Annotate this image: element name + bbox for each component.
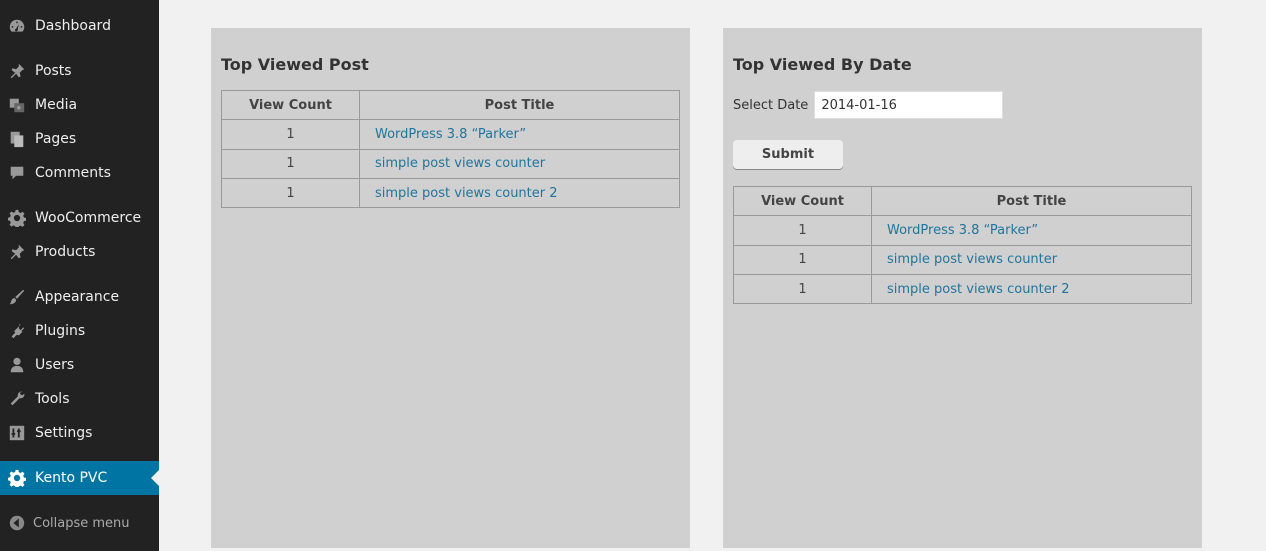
post-title-link[interactable]: simple post views counter 2 xyxy=(887,282,1070,297)
sidebar-item-tools[interactable]: Tools xyxy=(0,382,159,416)
column-header-post-title: Post Title xyxy=(871,185,1192,217)
sidebar-item-kento-pvc[interactable]: Kento PVC xyxy=(0,461,159,495)
table-row: 1 simple post views counter 2 xyxy=(733,273,1192,305)
collapse-menu-button[interactable]: Collapse menu xyxy=(0,506,159,540)
brush-icon xyxy=(7,287,27,307)
sidebar-item-label: Tools xyxy=(35,391,70,407)
date-picker-row: Select Date xyxy=(733,91,1004,119)
sidebar-item-label: Settings xyxy=(35,425,93,441)
sidebar-item-media[interactable]: Media xyxy=(0,88,159,122)
pin-icon xyxy=(7,61,27,81)
post-title-link[interactable]: WordPress 3.8 “Parker” xyxy=(887,223,1038,238)
settings-icon xyxy=(7,423,27,443)
sidebar-item-plugins[interactable]: Plugins xyxy=(0,314,159,348)
view-count-cell: 1 xyxy=(221,177,360,209)
dashboard-icon xyxy=(7,16,27,36)
column-header-view-count: View Count xyxy=(733,185,872,217)
sidebar-item-label: Comments xyxy=(35,165,111,181)
pin-icon xyxy=(7,242,27,262)
column-header-view-count: View Count xyxy=(221,89,360,121)
sidebar-item-label: Kento PVC xyxy=(35,470,108,486)
gear-icon xyxy=(7,468,27,488)
sidebar-item-dashboard[interactable]: Dashboard xyxy=(0,9,159,43)
view-count-cell: 1 xyxy=(733,215,872,246)
sidebar-item-users[interactable]: Users xyxy=(0,348,159,382)
sidebar-item-appearance[interactable]: Appearance xyxy=(0,280,159,314)
table-row: 1 WordPress 3.8 “Parker” xyxy=(733,215,1192,246)
sidebar-item-comments[interactable]: Comments xyxy=(0,156,159,190)
sidebar-item-products[interactable]: Products xyxy=(0,235,159,269)
sidebar-item-label: Plugins xyxy=(35,323,86,339)
collapse-menu-label: Collapse menu xyxy=(33,515,130,531)
sidebar-item-posts[interactable]: Posts xyxy=(0,54,159,88)
post-title-link[interactable]: simple post views counter 2 xyxy=(375,186,558,201)
sidebar-item-woocommerce[interactable]: WooCommerce xyxy=(0,201,159,235)
sidebar-item-label: Appearance xyxy=(35,289,120,305)
view-count-cell: 1 xyxy=(221,119,360,150)
user-icon xyxy=(7,355,27,375)
media-icon xyxy=(7,95,27,115)
date-input[interactable] xyxy=(814,91,1004,119)
top-viewed-by-date-panel: Top Viewed By Date Select Date Submit Vi… xyxy=(723,28,1202,548)
post-title-link[interactable]: simple post views counter xyxy=(887,252,1057,267)
submit-button[interactable]: Submit xyxy=(733,140,843,169)
table-row: 1 simple post views counter xyxy=(221,148,680,179)
view-count-cell: 1 xyxy=(733,244,872,275)
collapse-arrow-icon xyxy=(9,515,25,531)
comment-icon xyxy=(7,163,27,183)
panel-title: Top Viewed By Date xyxy=(733,55,912,74)
wrench-icon xyxy=(7,389,27,409)
sidebar-item-label: WooCommerce xyxy=(35,210,142,226)
admin-sidebar: Dashboard Posts Media Pages Comments Woo… xyxy=(0,0,159,551)
top-viewed-post-panel: Top Viewed Post View Count Post Title 1 … xyxy=(211,28,690,548)
view-count-cell: 1 xyxy=(733,273,872,305)
table-row: 1 simple post views counter 2 xyxy=(221,177,680,209)
sidebar-item-label: Users xyxy=(35,357,75,373)
top-viewed-post-table: View Count Post Title 1 WordPress 3.8 “P… xyxy=(221,89,680,209)
column-header-post-title: Post Title xyxy=(359,89,680,121)
top-viewed-by-date-table: View Count Post Title 1 WordPress 3.8 “P… xyxy=(733,185,1192,305)
post-title-link[interactable]: simple post views counter xyxy=(375,156,545,171)
sidebar-item-label: Posts xyxy=(35,63,72,79)
sidebar-item-label: Products xyxy=(35,244,96,260)
sidebar-item-label: Media xyxy=(35,97,78,113)
select-date-label: Select Date xyxy=(733,97,809,113)
sidebar-item-label: Dashboard xyxy=(35,18,111,34)
table-row: 1 WordPress 3.8 “Parker” xyxy=(221,119,680,150)
post-title-link[interactable]: WordPress 3.8 “Parker” xyxy=(375,127,526,142)
pages-icon xyxy=(7,129,27,149)
gear-icon xyxy=(7,208,27,228)
table-row: 1 simple post views counter xyxy=(733,244,1192,275)
plug-icon xyxy=(7,321,27,341)
sidebar-item-settings[interactable]: Settings xyxy=(0,416,159,450)
view-count-cell: 1 xyxy=(221,148,360,179)
sidebar-item-label: Pages xyxy=(35,131,77,147)
panel-title: Top Viewed Post xyxy=(221,55,369,74)
sidebar-item-pages[interactable]: Pages xyxy=(0,122,159,156)
